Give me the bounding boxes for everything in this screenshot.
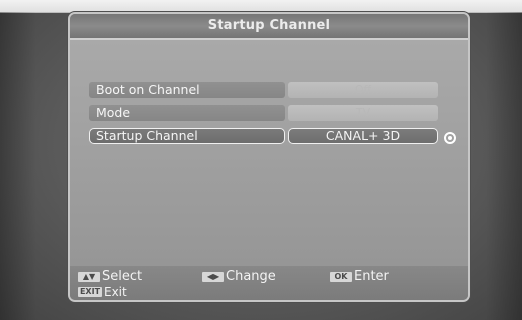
change-hint: ◀▶ Change [202,269,276,284]
boot-on-channel-row[interactable]: Boot on Channel Off [89,82,438,98]
dialog-title: Startup Channel [207,18,331,33]
select-label: Select [102,269,143,284]
dialog-title-bar: Startup Channel [70,14,468,40]
select-hint: ▲▼ Select [78,269,142,284]
tv-screen: Startup Channel Boot on Channel Off Mode… [0,0,522,320]
mode-label: Mode [89,105,285,121]
change-label: Change [226,269,276,284]
key-help-footer: ▲▼ Select ◀▶ Change OK Enter EXIT Exit [70,266,468,300]
menu-panel: Boot on Channel Off Mode TV Startup Chan… [70,40,468,266]
up-down-key-icon: ▲▼ [78,271,100,282]
screen-left-shadow [0,12,36,320]
startup-channel-dialog: Startup Channel Boot on Channel Off Mode… [68,12,470,302]
enter-hint: OK Enter [330,269,389,284]
startup-channel-value[interactable]: CANAL+ 3D [288,128,438,144]
enter-label: Enter [354,269,389,284]
mode-value[interactable]: TV [288,105,438,121]
boot-on-channel-label: Boot on Channel [89,82,285,98]
exit-key-icon: EXIT [78,287,102,297]
screen-right-shadow [486,12,522,320]
selected-radio-icon [444,132,456,144]
ok-key-icon: OK [330,271,352,282]
mode-row[interactable]: Mode TV [89,105,438,121]
startup-channel-row[interactable]: Startup Channel CANAL+ 3D [89,128,438,144]
startup-channel-label: Startup Channel [89,128,285,144]
boot-on-channel-value[interactable]: Off [288,82,438,98]
exit-label: Exit [104,285,127,299]
left-right-key-icon: ◀▶ [202,271,224,282]
exit-hint: EXIT Exit [78,285,127,299]
